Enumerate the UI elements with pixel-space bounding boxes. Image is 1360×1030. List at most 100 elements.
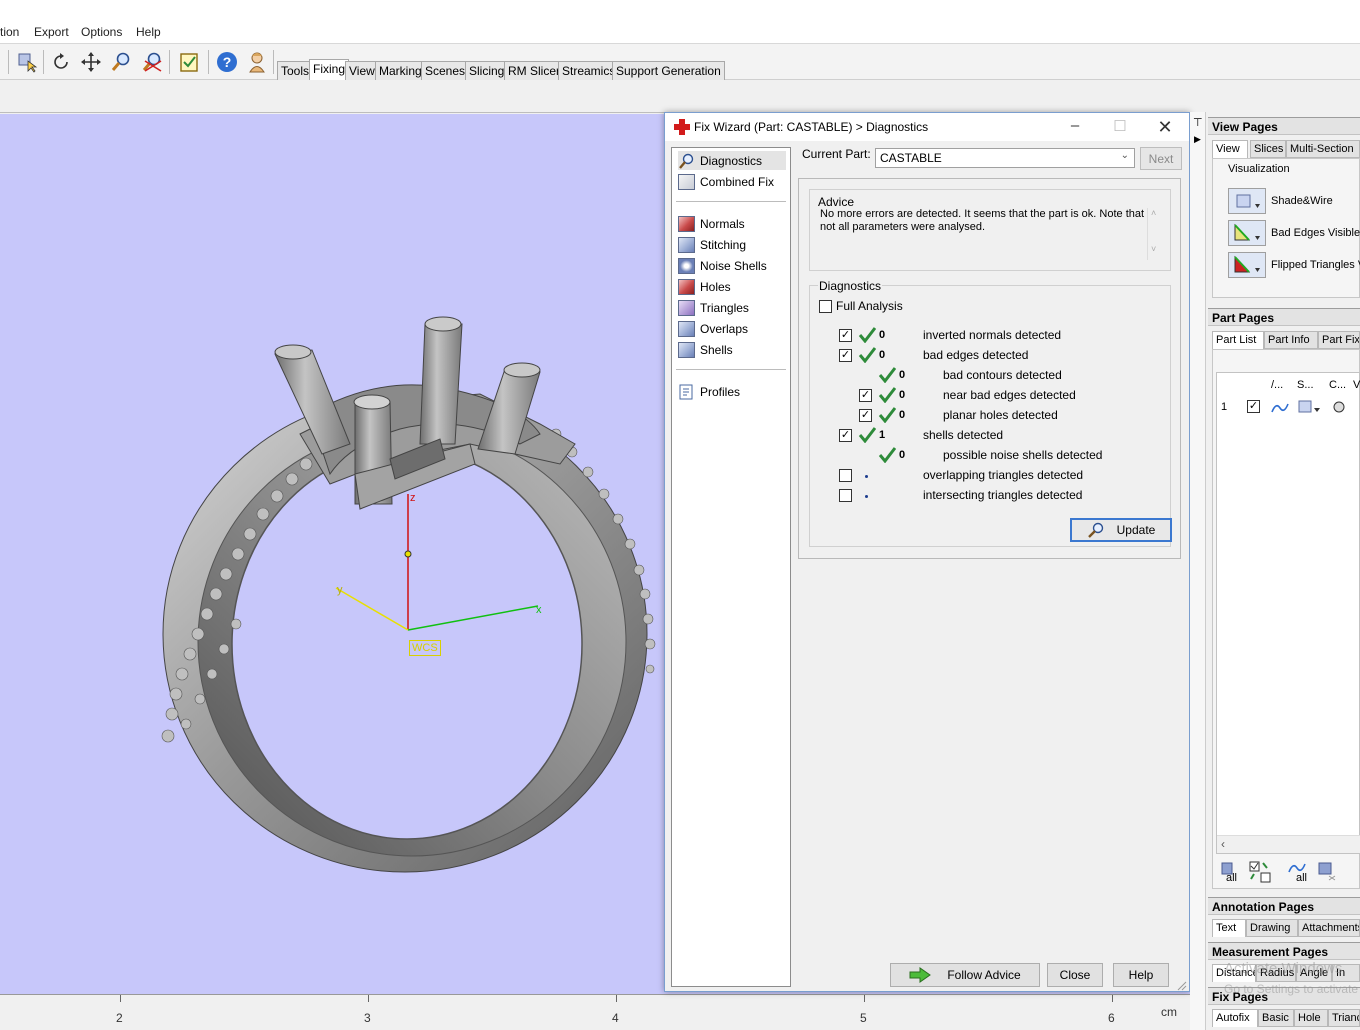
bad-edges-visible-button[interactable] bbox=[1228, 220, 1266, 246]
ruler-tick bbox=[1112, 995, 1113, 1002]
bad-edges-visible-label: Bad Edges Visible bbox=[1271, 227, 1360, 239]
help-button[interactable]: Help bbox=[1113, 963, 1169, 987]
column-header[interactable]: /... bbox=[1271, 379, 1283, 391]
tab-fix-triangles[interactable]: Trianc bbox=[1328, 1009, 1360, 1027]
checklist-icon[interactable] bbox=[176, 49, 202, 75]
menu-item-file[interactable]: tion bbox=[0, 25, 19, 39]
tab-marking[interactable]: Marking bbox=[375, 61, 426, 80]
close-button[interactable]: Close bbox=[1047, 963, 1103, 987]
bad-edges-checkbox[interactable]: ✓ bbox=[839, 349, 852, 362]
tab-fixing[interactable]: Fixing bbox=[309, 59, 350, 80]
shade-wire-button[interactable] bbox=[1228, 188, 1266, 214]
tab-scenes[interactable]: Scenes bbox=[421, 61, 470, 80]
near-bad-edges-count: 0 bbox=[899, 389, 906, 401]
toggle-check-icon[interactable] bbox=[1248, 860, 1272, 884]
tab-part-fix[interactable]: Part Fix bbox=[1318, 331, 1360, 349]
menu-item-options[interactable]: Options bbox=[81, 25, 122, 39]
tab-view-pages-multi-section[interactable]: Multi-Section bbox=[1286, 140, 1360, 158]
resize-grip-icon[interactable] bbox=[1175, 979, 1187, 991]
row-index: 1 bbox=[1221, 401, 1228, 413]
column-header[interactable]: C... bbox=[1329, 379, 1346, 391]
inverted-normals-checkbox[interactable]: ✓ bbox=[839, 329, 852, 342]
tab-fix-basic[interactable]: Basic bbox=[1258, 1009, 1294, 1027]
tab-part-info[interactable]: Part Info bbox=[1264, 331, 1318, 349]
menu-item-help[interactable]: Help bbox=[136, 25, 161, 39]
column-header[interactable]: V bbox=[1353, 379, 1360, 391]
tab-streamics[interactable]: Streamics bbox=[558, 61, 620, 80]
zoom-icon[interactable] bbox=[108, 49, 134, 75]
zoom-cancel-icon[interactable] bbox=[139, 49, 165, 75]
nav-combined-fix[interactable]: Combined Fix bbox=[678, 172, 786, 191]
column-header[interactable]: S... bbox=[1297, 379, 1314, 391]
tab-view[interactable]: View bbox=[345, 61, 379, 80]
part-select-icon[interactable] bbox=[14, 49, 40, 75]
pin-icon[interactable]: ⊤ bbox=[1193, 116, 1203, 129]
overlapping-triangles-checkbox[interactable] bbox=[839, 469, 852, 482]
shells-checkbox[interactable]: ✓ bbox=[839, 429, 852, 442]
nav-triangles[interactable]: Triangles bbox=[678, 298, 786, 317]
tab-rm-slicer[interactable]: RM Slicer bbox=[504, 61, 565, 80]
update-button[interactable]: Update bbox=[1070, 518, 1172, 542]
nav-holes[interactable]: Holes bbox=[678, 277, 786, 296]
measurement-pages-header[interactable]: Measurement Pages bbox=[1208, 942, 1360, 960]
advice-scrollbar[interactable]: ˄ ˅ bbox=[1147, 208, 1161, 260]
menu-bar: tion Export Options Help bbox=[0, 22, 1360, 44]
maximize-button[interactable]: ☐ bbox=[1108, 117, 1132, 137]
flipped-triangles-button[interactable] bbox=[1228, 252, 1266, 278]
help-icon[interactable]: ? bbox=[214, 49, 240, 75]
tab-slicing[interactable]: Slicing bbox=[465, 61, 509, 80]
annotation-pages-header[interactable]: Annotation Pages bbox=[1208, 897, 1360, 915]
dialog-title-bar[interactable]: Fix Wizard (Part: CASTABLE) > Diagnostic… bbox=[665, 113, 1189, 141]
tab-support-generation[interactable]: Support Generation bbox=[612, 61, 725, 80]
tab-fix-hole[interactable]: Hole bbox=[1294, 1009, 1328, 1027]
near-bad-edges-checkbox[interactable]: ✓ bbox=[859, 389, 872, 402]
normals-icon bbox=[678, 215, 695, 232]
shade-mode-icon[interactable] bbox=[1297, 399, 1323, 415]
follow-advice-button[interactable]: Follow Advice bbox=[890, 963, 1040, 987]
minimize-button[interactable]: – bbox=[1063, 117, 1087, 137]
tab-annotation-drawing[interactable]: Drawing bbox=[1246, 919, 1298, 937]
intersecting-triangles-checkbox[interactable] bbox=[839, 489, 852, 502]
nav-label: Combined Fix bbox=[700, 174, 775, 189]
tab-annotation-text[interactable]: Text bbox=[1212, 919, 1246, 937]
current-part-select[interactable]: CASTABLE ⌄ bbox=[875, 148, 1135, 168]
rotate-icon[interactable] bbox=[48, 49, 74, 75]
tab-fix-autofix[interactable]: Autofix bbox=[1212, 1009, 1258, 1027]
planar-holes-checkbox[interactable]: ✓ bbox=[859, 409, 872, 422]
collapse-arrow-icon[interactable]: ▶ bbox=[1194, 134, 1201, 145]
tab-part-list[interactable]: Part List bbox=[1212, 331, 1264, 349]
tab-view-pages-view[interactable]: View bbox=[1212, 140, 1248, 158]
check-icon bbox=[878, 407, 896, 423]
shade-all-icon[interactable] bbox=[1316, 860, 1340, 882]
nav-label: Holes bbox=[700, 279, 731, 294]
nav-overlaps[interactable]: Overlaps bbox=[678, 319, 786, 338]
tab-view-pages-slices[interactable]: Slices bbox=[1250, 140, 1286, 158]
nav-label: Diagnostics bbox=[700, 153, 763, 168]
row-visible-checkbox[interactable]: ✓ bbox=[1247, 400, 1260, 413]
next-button[interactable]: Next bbox=[1140, 147, 1182, 170]
pan-icon[interactable] bbox=[78, 49, 104, 75]
close-window-button[interactable]: ✕ bbox=[1153, 117, 1177, 137]
ruler-label: 3 bbox=[364, 1011, 371, 1025]
tab-tools[interactable]: Tools bbox=[277, 61, 314, 80]
nav-noise-shells[interactable]: Noise Shells bbox=[678, 256, 786, 275]
nav-profiles[interactable]: Profiles bbox=[678, 382, 786, 401]
menu-item-export[interactable]: Export bbox=[34, 25, 69, 39]
ruler-label: 2 bbox=[116, 1011, 123, 1025]
nav-normals[interactable]: Normals bbox=[678, 214, 786, 233]
nav-stitching[interactable]: Stitching bbox=[678, 235, 786, 254]
nav-shells[interactable]: Shells bbox=[678, 340, 786, 359]
holes-icon bbox=[678, 278, 695, 295]
horizontal-scrollbar[interactable]: ‹ bbox=[1217, 835, 1360, 853]
nav-diagnostics[interactable]: Diagnostics bbox=[678, 151, 786, 170]
select-all-label: all bbox=[1226, 872, 1238, 884]
scroll-left-icon[interactable]: ‹ bbox=[1221, 837, 1225, 851]
assistant-icon[interactable] bbox=[244, 49, 270, 75]
full-analysis-checkbox[interactable] bbox=[819, 300, 832, 313]
ruler-unit: cm bbox=[1161, 1005, 1177, 1019]
view-pages-header[interactable]: View Pages bbox=[1208, 117, 1360, 135]
table-row[interactable]: 1 ✓ bbox=[1217, 399, 1360, 417]
part-pages-header[interactable]: Part Pages bbox=[1208, 308, 1360, 326]
tab-annotation-attachments[interactable]: Attachments bbox=[1298, 919, 1360, 937]
arrow-right-icon bbox=[909, 967, 932, 983]
